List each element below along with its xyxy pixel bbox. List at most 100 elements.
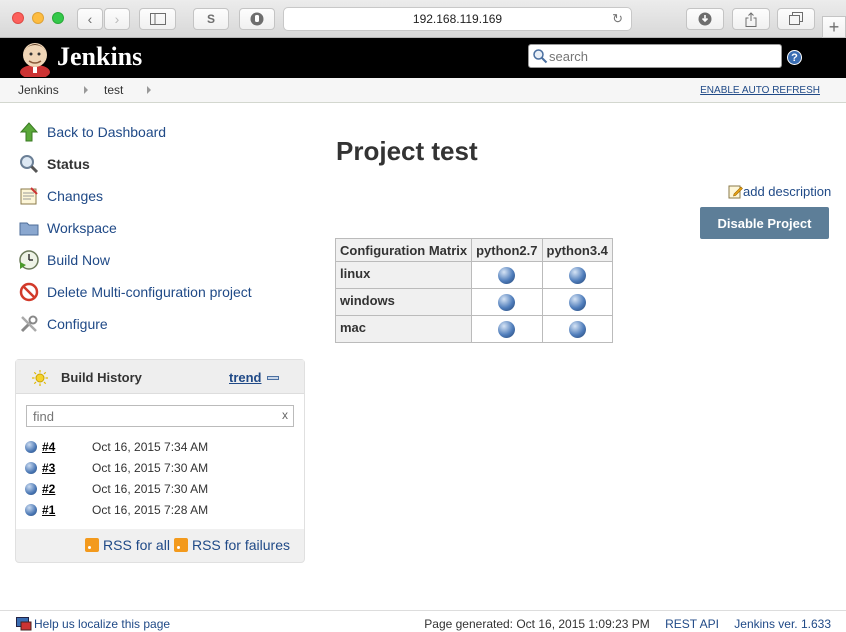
rss-icon[interactable]	[85, 538, 100, 552]
maximize-window-icon[interactable]	[52, 12, 64, 24]
no-entry-icon	[18, 281, 40, 303]
clear-icon[interactable]: x	[282, 408, 288, 422]
disable-project-button[interactable]: Disable Project	[700, 207, 829, 239]
tabs-button[interactable]	[777, 8, 815, 30]
collapse-icon[interactable]	[267, 376, 279, 380]
find-input[interactable]	[33, 408, 273, 424]
forward-button[interactable]: ›	[104, 8, 130, 30]
add-description[interactable]: add description	[728, 184, 831, 199]
folder-icon	[18, 217, 40, 239]
plus-icon: +	[828, 16, 840, 37]
build-date: Oct 16, 2015 7:34 AM	[92, 440, 209, 454]
build-status-ball-icon	[25, 462, 37, 474]
build-history-body: x #4 Oct 16, 2015 7:34 AM #3 Oct 16, 201…	[16, 394, 304, 529]
build-history-title: Build History	[61, 370, 142, 385]
enable-auto-refresh-link[interactable]: ENABLE AUTO REFRESH	[700, 85, 820, 96]
build-number-link[interactable]: #3	[42, 461, 55, 475]
task-label[interactable]: Configure	[47, 316, 108, 332]
matrix-cell	[471, 315, 543, 343]
build-status-ball-icon	[25, 504, 37, 516]
downloads-button[interactable]	[686, 8, 724, 30]
task-delete-project[interactable]: Delete Multi-configuration project	[18, 280, 252, 304]
build-date: Oct 16, 2015 7:30 AM	[92, 461, 209, 475]
back-button[interactable]: ‹	[77, 8, 103, 30]
rest-api-link[interactable]: REST API	[665, 617, 719, 631]
breadcrumb-test[interactable]: test	[104, 83, 123, 97]
matrix-cell	[541, 288, 613, 316]
extension-button[interactable]	[239, 8, 275, 30]
matrix-column-header: python2.7	[471, 238, 543, 262]
build-status-ball-icon[interactable]	[568, 293, 586, 311]
task-label[interactable]: Status	[47, 156, 90, 172]
close-window-icon[interactable]	[12, 12, 24, 24]
task-label[interactable]: Delete Multi-configuration project	[47, 284, 252, 300]
task-label[interactable]: Workspace	[47, 220, 117, 236]
breadcrumb: Jenkins test ENABLE AUTO REFRESH	[0, 78, 846, 103]
localize: Help us localize this page	[16, 617, 170, 631]
task-label[interactable]: Build Now	[47, 252, 110, 268]
clock-play-icon	[18, 249, 40, 271]
build-status-ball-icon[interactable]	[498, 266, 516, 284]
address-bar[interactable]: 192.168.119.169 ↻	[283, 7, 632, 31]
task-back-to-dashboard[interactable]: Back to Dashboard	[18, 120, 166, 144]
localize-link[interactable]: Help us localize this page	[34, 617, 170, 631]
new-tab-button[interactable]: +	[822, 16, 846, 38]
trend-link[interactable]: trend	[229, 370, 262, 385]
extension-s-button[interactable]: S	[193, 8, 229, 30]
notepad-icon	[18, 185, 40, 207]
breadcrumb-jenkins[interactable]: Jenkins	[18, 83, 59, 97]
matrix-cell	[471, 288, 543, 316]
rss-all-link[interactable]: RSS for all	[103, 537, 170, 553]
search-input[interactable]	[549, 47, 777, 65]
jenkins-logo-icon[interactable]	[16, 39, 54, 77]
search-icon	[533, 49, 548, 64]
page-generated-text: Page generated: Oct 16, 2015 1:09:23 PM	[424, 617, 650, 631]
build-number-link[interactable]: #1	[42, 503, 55, 517]
build-row: #2 Oct 16, 2015 7:30 AM	[24, 479, 296, 499]
build-status-ball-icon[interactable]	[498, 293, 516, 311]
localize-icon	[16, 617, 32, 631]
task-status[interactable]: Status	[18, 152, 90, 176]
breadcrumb-arrow-icon[interactable]	[84, 86, 88, 94]
magnifier-icon	[18, 153, 40, 175]
task-label[interactable]: Changes	[47, 188, 103, 204]
build-date: Oct 16, 2015 7:28 AM	[92, 503, 209, 517]
build-status-ball-icon	[25, 483, 37, 495]
search-box[interactable]	[528, 44, 782, 68]
build-status-ball-icon[interactable]	[568, 266, 586, 284]
rss-failures-link[interactable]: RSS for failures	[192, 537, 290, 553]
up-arrow-icon	[18, 121, 40, 143]
app-title[interactable]: Jenkins	[57, 42, 142, 72]
build-status-ball-icon[interactable]	[568, 320, 586, 338]
hand-icon	[250, 12, 264, 26]
build-row: #3 Oct 16, 2015 7:30 AM	[24, 458, 296, 478]
task-configure[interactable]: Configure	[18, 312, 108, 336]
rss-icon[interactable]	[173, 538, 188, 552]
build-date: Oct 16, 2015 7:30 AM	[92, 482, 209, 496]
task-changes[interactable]: Changes	[18, 184, 103, 208]
matrix-row: windows	[334, 288, 613, 316]
task-build-now[interactable]: Build Now	[18, 248, 110, 272]
task-label[interactable]: Back to Dashboard	[47, 124, 166, 140]
page-footer: Help us localize this page Page generate…	[0, 610, 846, 632]
share-button[interactable]	[732, 8, 770, 30]
build-status-ball-icon[interactable]	[498, 320, 516, 338]
add-description-link[interactable]: add description	[743, 184, 831, 199]
reload-icon[interactable]: ↻	[612, 11, 623, 27]
matrix-column-header: python3.4	[541, 238, 613, 262]
help-icon[interactable]: ?	[787, 50, 802, 65]
url-text: 192.168.119.169	[412, 12, 503, 26]
build-number-link[interactable]: #2	[42, 482, 55, 496]
find-box[interactable]: x	[26, 405, 294, 427]
build-number-link[interactable]: #4	[42, 440, 55, 454]
sidebar-toggle-button[interactable]	[139, 8, 176, 30]
page-title: Project test	[336, 136, 478, 166]
breadcrumb-arrow-icon[interactable]	[147, 86, 151, 94]
jenkins-version-link[interactable]: Jenkins ver. 1.633	[734, 617, 831, 631]
configuration-matrix: Configuration Matrix python2.7 python3.4…	[334, 238, 613, 343]
share-icon	[745, 11, 757, 27]
matrix-header-row: Configuration Matrix python2.7 python3.4	[334, 238, 613, 262]
tabs-icon	[789, 12, 803, 25]
minimize-window-icon[interactable]	[32, 12, 44, 24]
task-workspace[interactable]: Workspace	[18, 216, 117, 240]
